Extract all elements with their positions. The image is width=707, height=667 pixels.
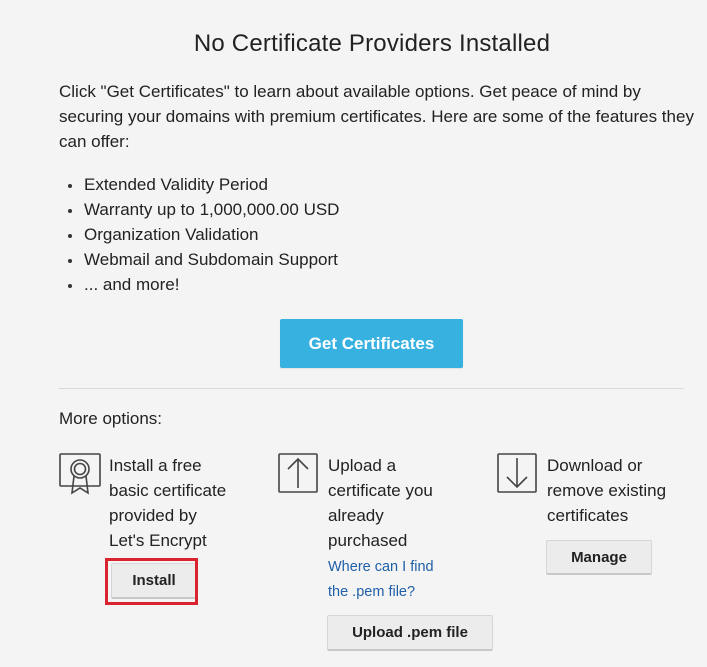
option-text-line: remove existing	[547, 481, 667, 500]
feature-item: Extended Validity Period	[59, 172, 339, 197]
option-text-line: basic certificate	[109, 481, 227, 500]
pem-help-link-line[interactable]: Where can I find	[328, 555, 434, 580]
page-title: No Certificate Providers Installed	[193, 30, 551, 57]
option-text-line: certificates	[547, 506, 629, 525]
download-arrow-icon	[497, 453, 539, 495]
feature-item: ... and more!	[59, 272, 339, 297]
feature-item: Warranty up to 1,000,000.00 USD	[59, 197, 339, 222]
install-button[interactable]: Install	[111, 563, 197, 599]
certificates-page: No Certificate Providers Installed Click…	[0, 0, 707, 667]
option-text-line: Install a free	[109, 456, 202, 475]
option-text-line: Download or	[547, 456, 643, 475]
pem-help-link[interactable]: Where can I find the .pem file?	[328, 555, 434, 605]
feature-item: Webmail and Subdomain Support	[59, 247, 339, 272]
certificate-ribbon-icon	[59, 453, 101, 495]
option-text-line: purchased	[328, 531, 408, 550]
features-list: Extended Validity Period Warranty up to …	[59, 172, 339, 297]
feature-item: Organization Validation	[59, 222, 339, 247]
divider	[59, 388, 684, 389]
intro-text: Click "Get Certificates" to learn about …	[59, 82, 694, 151]
option-text-line: already	[328, 506, 384, 525]
option-text-line: Let's Encrypt	[109, 531, 207, 550]
pem-help-link-line[interactable]: the .pem file?	[328, 580, 434, 605]
option-text-line: Upload a	[328, 456, 397, 475]
more-options-label: More options:	[59, 409, 162, 428]
manage-button[interactable]: Manage	[546, 540, 652, 575]
upload-arrow-icon	[278, 453, 320, 495]
option-text-line: certificate you	[328, 481, 433, 500]
get-certificates-button[interactable]: Get Certificates	[280, 319, 463, 368]
upload-pem-button[interactable]: Upload .pem file	[327, 615, 493, 651]
option-text-line: provided by	[109, 506, 197, 525]
